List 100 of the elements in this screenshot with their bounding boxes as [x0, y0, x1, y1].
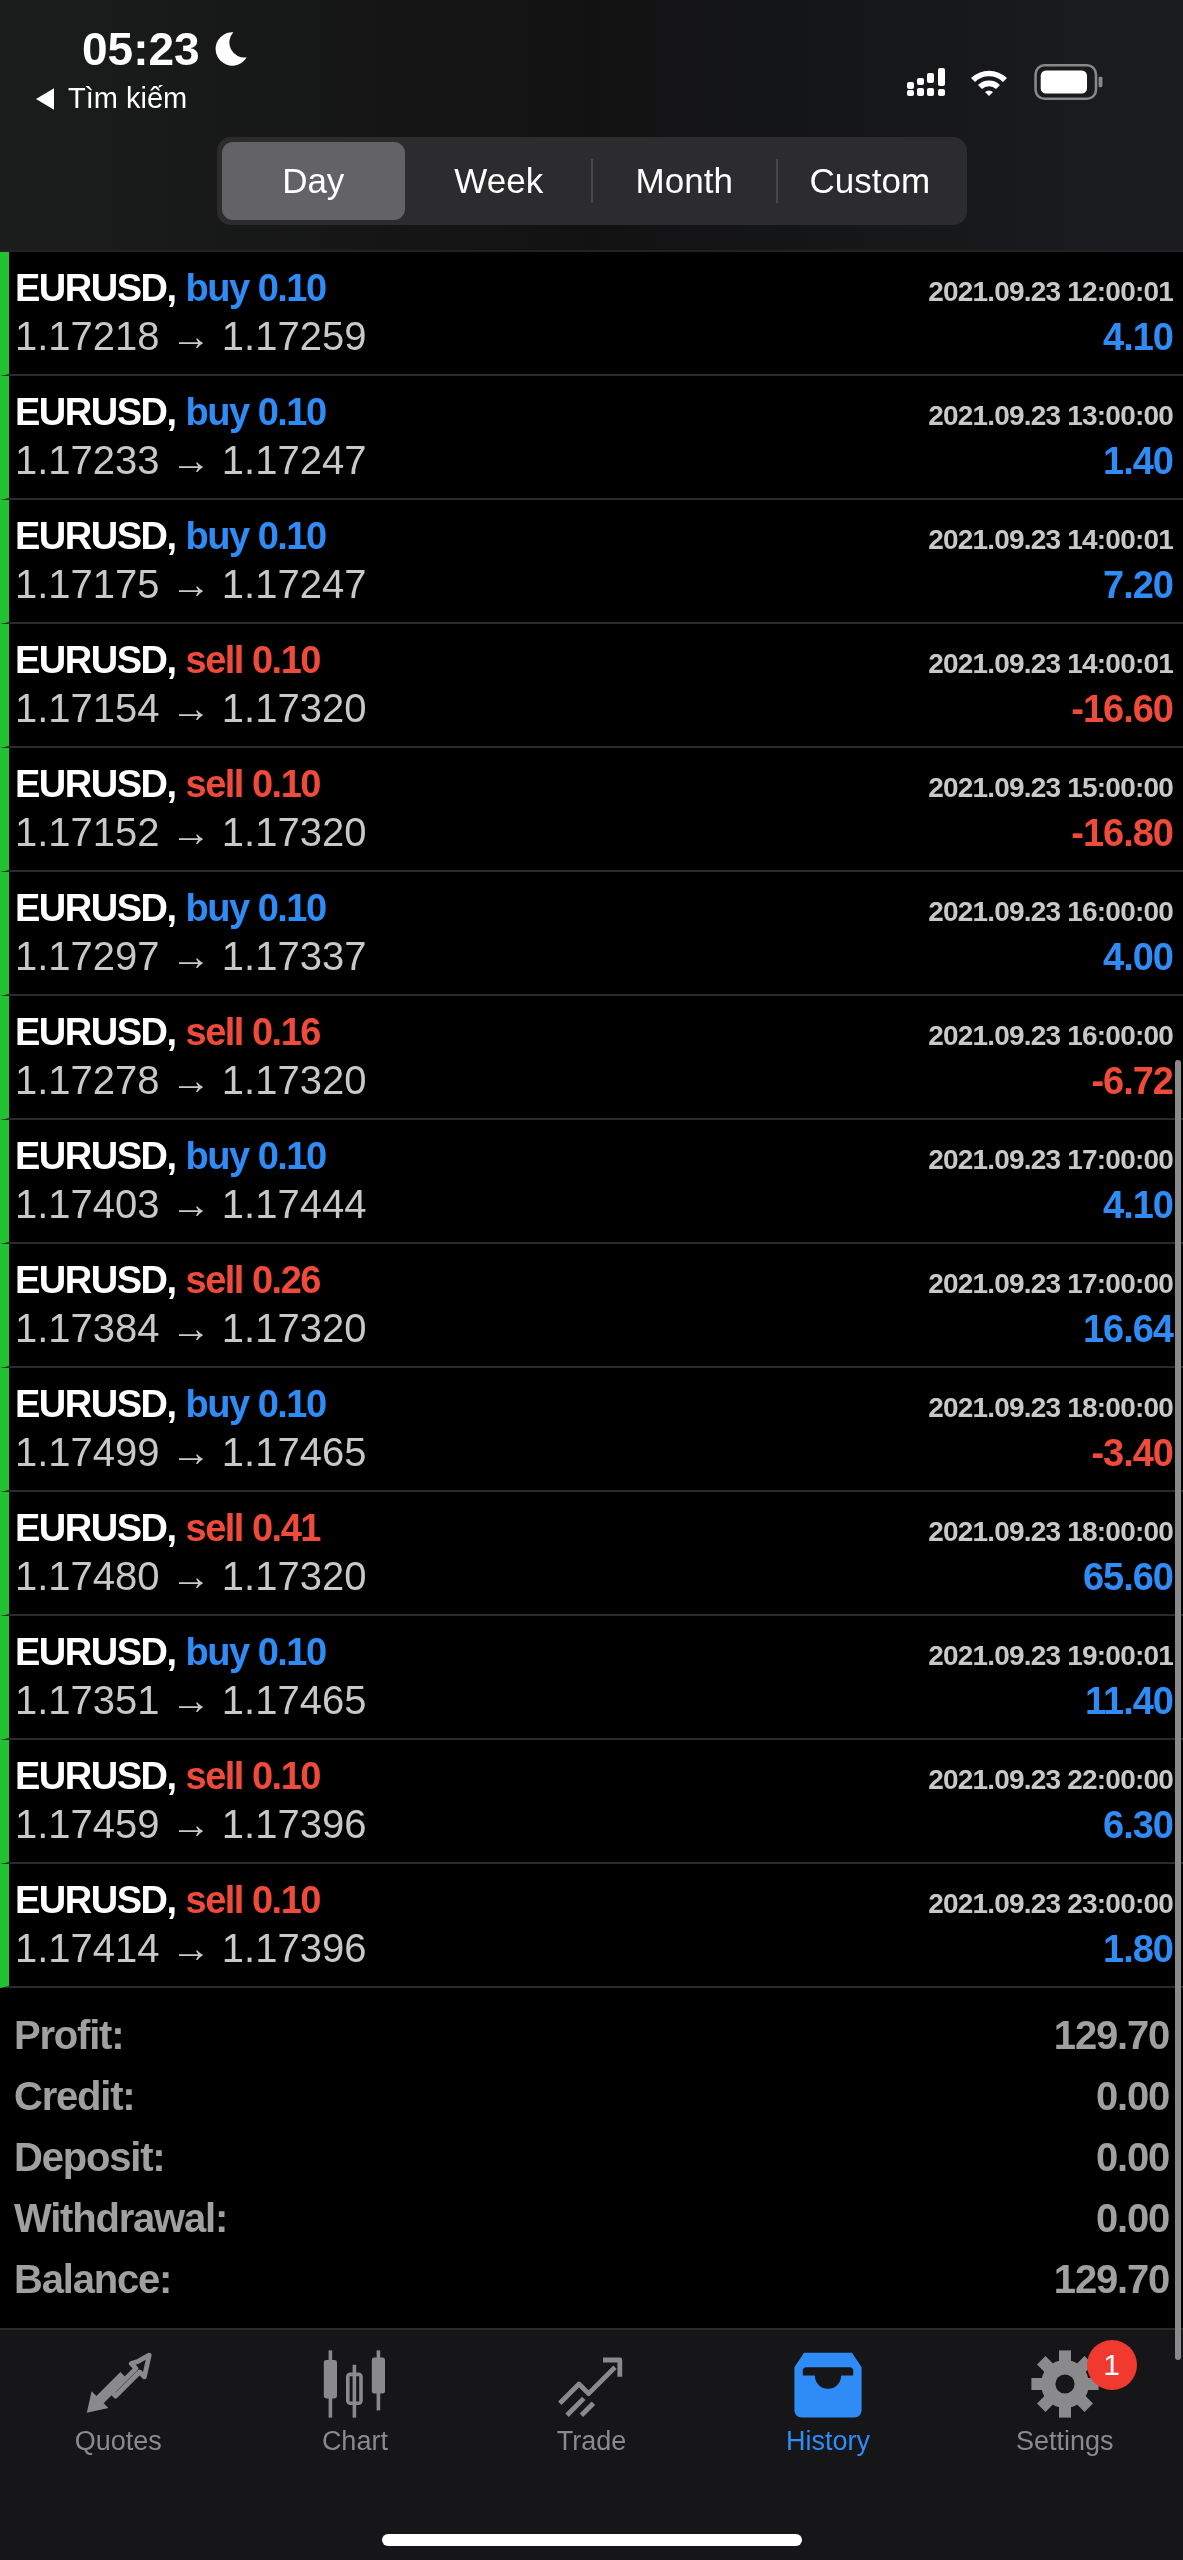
deal-profit: 4.10 — [1103, 316, 1173, 359]
summary-label: Balance: — [14, 2257, 172, 2302]
deal-time: 2021.09.23 18:00:00 — [928, 1392, 1173, 1424]
deal-type-volume: buy 0.10 — [185, 887, 326, 930]
deal-profit: 1.40 — [1103, 440, 1173, 483]
deal-symbol: EURUSD, — [15, 1011, 176, 1054]
summary-label: Withdrawal: — [14, 2196, 228, 2241]
deal-symbol: EURUSD, — [15, 267, 176, 310]
deal-time: 2021.09.23 16:00:00 — [928, 896, 1173, 928]
deal-prices: 1.17278 → 1.17320 — [15, 1058, 367, 1103]
period-tab[interactable]: Week — [407, 142, 591, 220]
period-tab[interactable]: Custom — [778, 142, 962, 220]
summary-label: Deposit: — [14, 2135, 165, 2180]
deal-row[interactable]: EURUSD, buy 0.10 2021.09.23 12:00:01 1.17218 → 1.17259 4.10 — [0, 252, 1183, 376]
summary-value: 129.70 — [1053, 2013, 1169, 2058]
summary-value: 0.00 — [1095, 2135, 1169, 2180]
clock-time: 05:23 — [82, 22, 200, 76]
deal-symbol: EURUSD, — [15, 763, 176, 806]
signal-icon — [907, 68, 947, 96]
deal-profit: -6.72 — [1091, 1060, 1173, 1103]
tab-bar-item[interactable]: Quotes — [0, 2336, 237, 2457]
deal-profit: -16.60 — [1071, 688, 1173, 731]
deal-prices: 1.17233 → 1.17247 — [15, 438, 367, 483]
deal-time: 2021.09.23 22:00:00 — [928, 1764, 1173, 1796]
deal-row[interactable]: EURUSD, sell 0.10 2021.09.23 14:00:01 1.17154 → 1.17320 -16.60 — [0, 624, 1183, 748]
deal-time: 2021.09.23 18:00:00 — [928, 1516, 1173, 1548]
deal-profit: 4.00 — [1103, 936, 1173, 979]
deal-type-volume: buy 0.10 — [185, 391, 326, 434]
deal-prices: 1.17414 → 1.17396 — [15, 1926, 367, 1971]
deal-profit: 7.20 — [1103, 564, 1173, 607]
summary-label: Credit: — [14, 2074, 135, 2119]
deal-prices: 1.17152 → 1.17320 — [15, 810, 367, 855]
deal-profit: -3.40 — [1091, 1432, 1173, 1475]
deal-profit: -16.80 — [1071, 812, 1173, 855]
tab-bar-item[interactable]: History — [709, 2336, 947, 2457]
deal-symbol: EURUSD, — [15, 639, 176, 682]
deal-type-volume: buy 0.10 — [185, 267, 326, 310]
deal-symbol: EURUSD, — [15, 1879, 176, 1922]
deal-prices: 1.17384 → 1.17320 — [15, 1306, 367, 1351]
deal-type-volume: sell 0.41 — [185, 1507, 320, 1550]
deal-type-volume: buy 0.10 — [185, 515, 326, 558]
deal-type-volume: sell 0.26 — [185, 1259, 320, 1302]
deal-prices: 1.17499 → 1.17465 — [15, 1430, 367, 1475]
deal-symbol: EURUSD, — [15, 1259, 176, 1302]
deal-profit: 6.30 — [1103, 1804, 1173, 1847]
deal-symbol: EURUSD, — [15, 1631, 176, 1674]
deal-time: 2021.09.23 15:00:00 — [928, 772, 1173, 804]
period-tab[interactable]: Month — [592, 142, 776, 220]
deal-row[interactable]: EURUSD, buy 0.10 2021.09.23 14:00:01 1.17175 → 1.17247 7.20 — [0, 500, 1183, 624]
back-triangle-icon — [36, 87, 54, 110]
deal-type-volume: sell 0.10 — [185, 1879, 320, 1922]
deal-type-volume: sell 0.10 — [185, 763, 320, 806]
deal-row[interactable]: EURUSD, sell 0.16 2021.09.23 16:00:00 1.17278 → 1.17320 -6.72 — [0, 996, 1183, 1120]
deal-row[interactable]: EURUSD, buy 0.10 2021.09.23 13:00:00 1.17233 → 1.17247 1.40 — [0, 376, 1183, 500]
deal-prices: 1.17218 → 1.17259 — [15, 314, 367, 359]
summary-value: 0.00 — [1095, 2074, 1169, 2119]
tab-bar-item[interactable]: Trade — [473, 2336, 710, 2457]
back-link[interactable]: Tìm kiếm — [36, 82, 250, 115]
deal-prices: 1.17351 → 1.17465 — [15, 1678, 367, 1723]
deal-prices: 1.17403 → 1.17444 — [15, 1182, 367, 1227]
deal-type-volume: buy 0.10 — [185, 1383, 326, 1426]
deal-symbol: EURUSD, — [15, 1507, 176, 1550]
deal-type-volume: buy 0.10 — [185, 1135, 326, 1178]
deal-symbol: EURUSD, — [15, 887, 176, 930]
deal-symbol: EURUSD, — [15, 515, 176, 558]
settings-icon — [1028, 2350, 1101, 2418]
period-tab[interactable]: Day — [221, 142, 405, 220]
deal-type-volume: buy 0.10 — [185, 1631, 326, 1674]
deal-row[interactable]: EURUSD, sell 0.10 2021.09.23 15:00:00 1.17152 → 1.17320 -16.80 — [0, 748, 1183, 872]
summary-value: 0.00 — [1095, 2196, 1169, 2241]
deal-type-volume: sell 0.10 — [185, 1755, 320, 1798]
tab-bar-item[interactable]: 1 Settings — [946, 2336, 1183, 2457]
deal-profit: 4.10 — [1103, 1184, 1173, 1227]
deal-prices: 1.17459 → 1.17396 — [15, 1802, 367, 1847]
deal-profit: 1.80 — [1103, 1928, 1173, 1971]
deal-symbol: EURUSD, — [15, 1755, 176, 1798]
deal-time: 2021.09.23 19:00:01 — [928, 1640, 1173, 1672]
deal-row[interactable]: EURUSD, buy 0.10 2021.09.23 16:00:00 1.17297 → 1.17337 4.00 — [0, 872, 1183, 996]
deal-prices: 1.17297 → 1.17337 — [15, 934, 367, 979]
deal-profit: 16.64 — [1082, 1308, 1173, 1351]
deal-symbol: EURUSD, — [15, 1135, 176, 1178]
deal-time: 2021.09.23 23:00:00 — [928, 1888, 1173, 1920]
deal-symbol: EURUSD, — [15, 391, 176, 434]
deal-symbol: EURUSD, — [15, 1383, 176, 1426]
deal-time: 2021.09.23 12:00:01 — [928, 276, 1173, 308]
deal-time: 2021.09.23 16:00:00 — [928, 1020, 1173, 1052]
deal-type-volume: sell 0.10 — [185, 639, 320, 682]
deal-time: 2021.09.23 13:00:00 — [928, 400, 1173, 432]
deal-profit: 11.40 — [1085, 1680, 1173, 1723]
summary-value: 129.70 — [1053, 2257, 1169, 2302]
inbox-tray-icon — [792, 2350, 865, 2418]
deal-profit: 65.60 — [1082, 1556, 1173, 1599]
deal-prices: 1.17175 → 1.17247 — [15, 562, 367, 607]
tab-bar-item[interactable]: Chart — [236, 2336, 474, 2457]
deal-type-volume: sell 0.16 — [185, 1011, 320, 1054]
deal-time: 2021.09.23 17:00:00 — [928, 1144, 1173, 1176]
deal-time: 2021.09.23 14:00:01 — [928, 648, 1173, 680]
deal-prices: 1.17154 → 1.17320 — [15, 686, 367, 731]
deal-prices: 1.17480 → 1.17320 — [15, 1554, 367, 1599]
deal-time: 2021.09.23 14:00:01 — [928, 524, 1173, 556]
